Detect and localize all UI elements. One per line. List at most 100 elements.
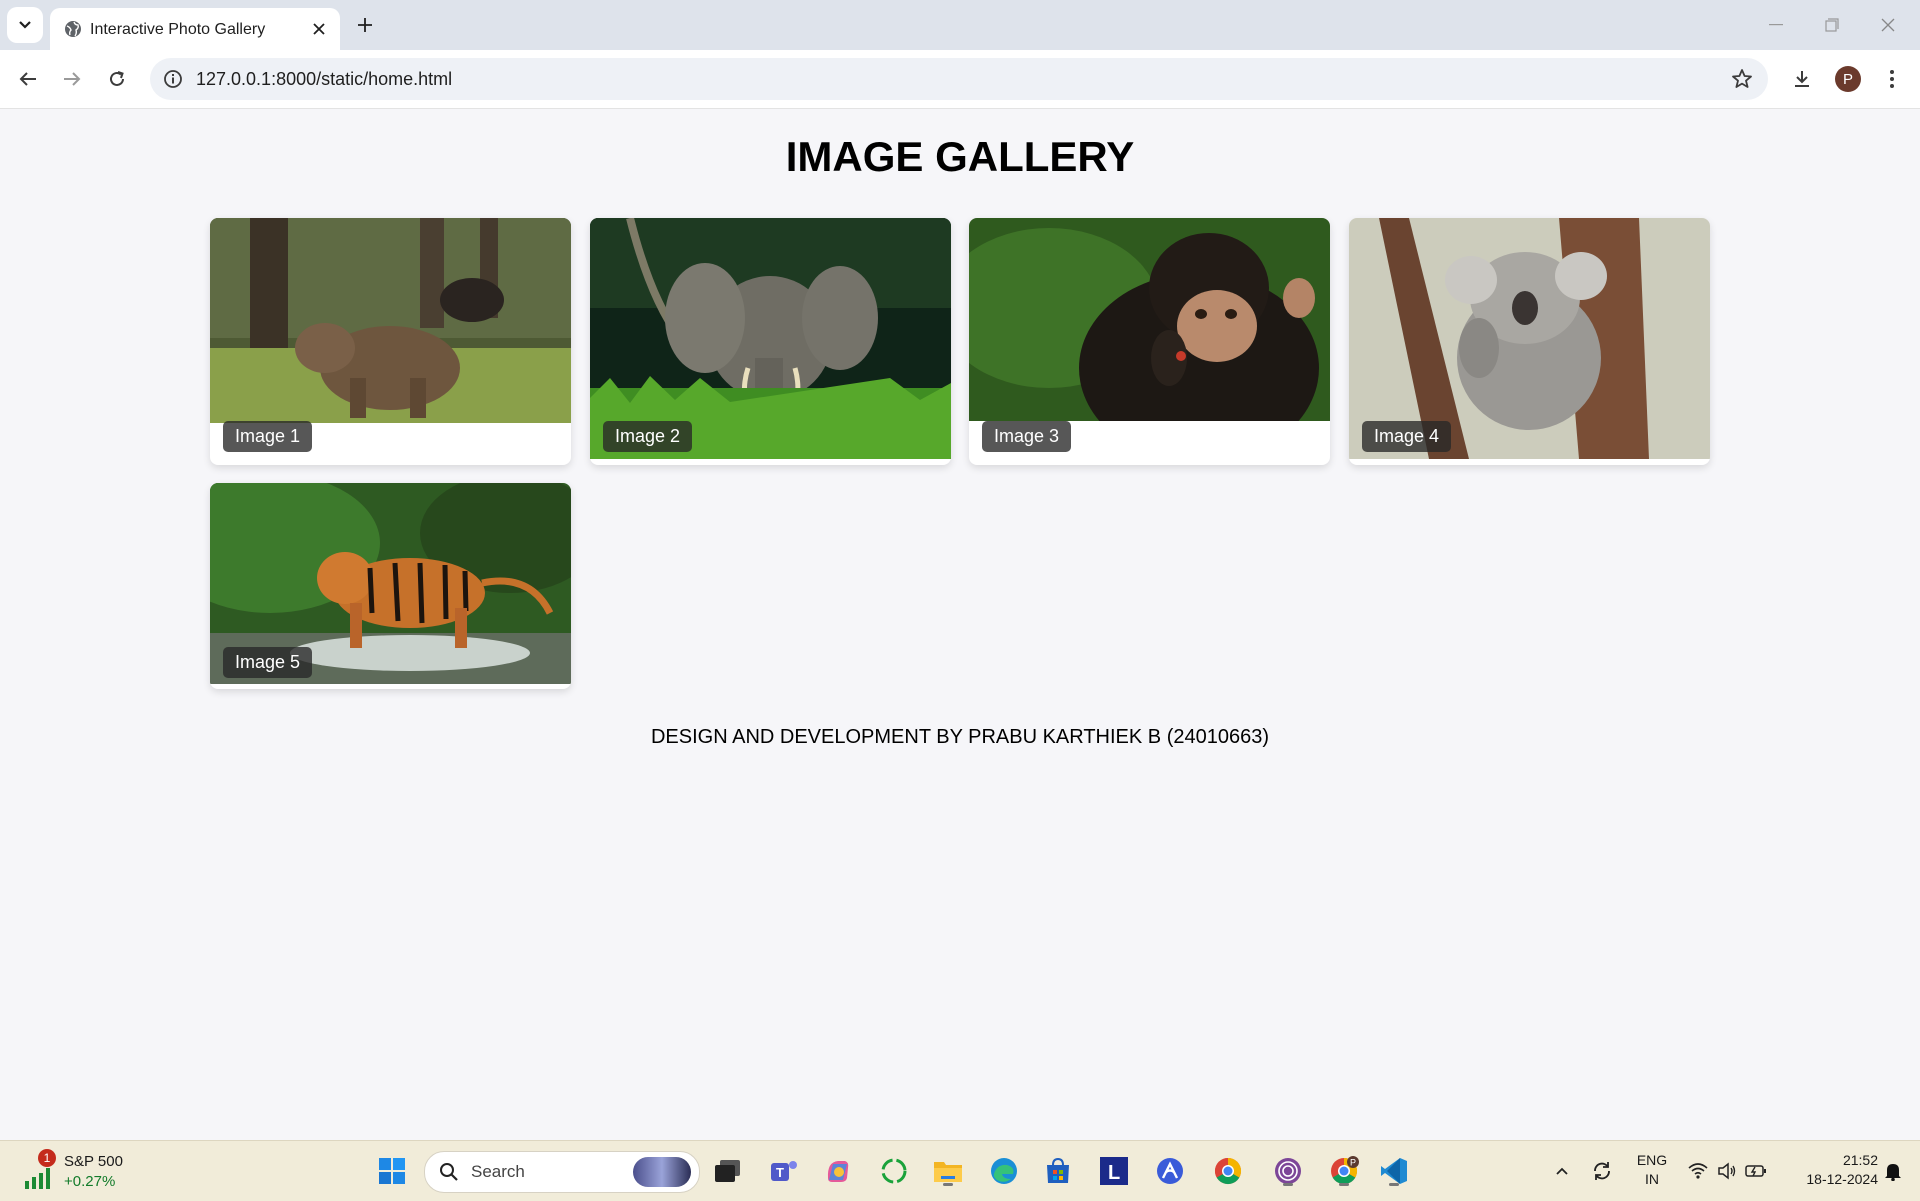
footer-credit: DESIGN AND DEVELOPMENT BY PRABU KARTHIEK… [650, 726, 1269, 748]
taskbar-app-terminal[interactable] [710, 1153, 746, 1189]
arrow-right-icon [64, 72, 81, 86]
teams-icon: T [771, 1161, 797, 1181]
avatar: P [1835, 66, 1861, 92]
stock-widget[interactable]: 1 S&P 500 +0.27% [20, 1149, 140, 1193]
address-bar[interactable]: 127.0.0.1:8000/static/home.html [150, 58, 1768, 100]
close-icon [313, 23, 325, 35]
close-window-button[interactable] [1860, 6, 1916, 44]
forward-button[interactable] [56, 63, 88, 95]
chrome-profile-icon: P [1331, 1156, 1359, 1185]
system-clock[interactable]: 21:52 18-12-2024 [1778, 1151, 1878, 1189]
minimize-button[interactable] [1748, 6, 1804, 44]
svg-text:T: T [776, 1165, 784, 1180]
chrome-icon [1214, 1157, 1242, 1185]
chimpanzee-image[interactable] [969, 218, 1330, 421]
quick-settings-button[interactable] [1684, 1155, 1770, 1187]
globe-icon [65, 21, 81, 37]
taskbar-app-refresh[interactable] [876, 1153, 912, 1189]
start-button[interactable] [374, 1153, 410, 1189]
taskbar-app-l[interactable]: L [1096, 1153, 1132, 1189]
taskbar-app-tor[interactable] [1270, 1153, 1306, 1189]
clock-date: 18-12-2024 [1806, 1171, 1878, 1187]
volume-icon [1718, 1162, 1736, 1180]
image-caption: Image 5 [223, 647, 313, 678]
chevron-down-icon [19, 21, 31, 29]
downloads-button[interactable] [1786, 63, 1818, 95]
region-code: IN [1645, 1171, 1659, 1187]
taskbar-app-copilot[interactable] [820, 1153, 856, 1189]
gallery-card-2[interactable]: Image 2 [590, 218, 951, 465]
taskbar-app-edge[interactable] [986, 1153, 1022, 1189]
tab-close-button[interactable] [308, 18, 330, 40]
tab-title: Interactive Photo Gallery [90, 21, 266, 38]
store-icon [1047, 1157, 1069, 1183]
l-app-icon: L [1100, 1157, 1128, 1185]
show-hidden-icons-button[interactable] [1548, 1155, 1576, 1187]
download-icon [1795, 71, 1809, 87]
search-placeholder: Search [471, 1162, 525, 1181]
taskbar-app-vscode[interactable] [1376, 1153, 1412, 1189]
gallery-card-3[interactable]: Image 3 [969, 218, 1330, 465]
restore-icon [1825, 18, 1839, 32]
gallery-card-1[interactable]: Image 1 [210, 218, 571, 465]
running-indicator [943, 1183, 953, 1186]
browser-menu-button[interactable] [1876, 63, 1908, 95]
restore-button[interactable] [1804, 6, 1860, 44]
running-indicator [1339, 1183, 1349, 1186]
edge-icon [991, 1158, 1017, 1184]
language-code: ENG [1636, 1152, 1668, 1168]
taskbar-app-chrome[interactable] [1210, 1153, 1246, 1189]
minimize-icon [1769, 24, 1783, 26]
folder-icon [934, 1162, 962, 1182]
chevron-up-icon [1556, 1167, 1568, 1175]
gallery-card-4[interactable]: Image 4 [1349, 218, 1710, 465]
stock-change: +0.27% [64, 1173, 116, 1190]
plus-icon [358, 18, 372, 32]
windows-start-icon [379, 1158, 405, 1184]
circular-arrows-icon [881, 1158, 907, 1184]
wifi-icon [1688, 1163, 1708, 1179]
back-button[interactable] [12, 63, 44, 95]
arrow-left-icon [19, 72, 36, 86]
gallery-card-5[interactable]: Image 5 [210, 483, 571, 689]
copilot-icon [827, 1161, 849, 1182]
task-view-icon [715, 1160, 740, 1182]
tab-strip: Interactive Photo Gallery [0, 0, 1920, 50]
input-language[interactable]: ENG IN [1628, 1151, 1676, 1189]
browser-toolbar: 127.0.0.1:8000/static/home.html P [0, 50, 1920, 109]
running-indicator [1389, 1183, 1399, 1186]
search-highlight-image [633, 1157, 691, 1187]
site-info-icon[interactable] [162, 68, 184, 90]
taskbar-app-arc[interactable] [1152, 1153, 1188, 1189]
svg-text:L: L [1108, 1162, 1120, 1184]
notification-badge: 1 [38, 1149, 56, 1167]
profile-button[interactable]: P [1832, 63, 1864, 95]
close-icon [1881, 18, 1895, 32]
taskbar: 1 S&P 500 +0.27% Search T L P ENG IN 21:… [0, 1140, 1920, 1201]
sync-tray-button[interactable] [1586, 1155, 1618, 1187]
tor-icon [1275, 1158, 1301, 1184]
bear-image[interactable] [210, 218, 571, 423]
taskbar-app-chrome-profile[interactable]: P [1326, 1153, 1362, 1189]
bookmark-star-icon[interactable] [1730, 67, 1754, 91]
clock-time: 21:52 [1842, 1152, 1878, 1168]
bell-icon [1885, 1164, 1901, 1181]
url-text[interactable]: 127.0.0.1:8000/static/home.html [196, 69, 452, 90]
svg-text:P: P [1350, 1158, 1356, 1168]
image-caption: Image 3 [982, 421, 1072, 452]
new-tab-button[interactable] [350, 10, 380, 40]
tab-search-button[interactable] [7, 7, 43, 43]
active-tab[interactable]: Interactive Photo Gallery [50, 8, 340, 50]
more-vertical-icon [1890, 70, 1894, 88]
taskbar-app-store[interactable] [1040, 1153, 1076, 1189]
taskbar-app-file-explorer[interactable] [930, 1153, 966, 1189]
taskbar-app-teams[interactable]: T [766, 1153, 802, 1189]
taskbar-search[interactable]: Search [424, 1151, 700, 1193]
page-title: IMAGE GALLERY [785, 133, 1135, 180]
vscode-icon [1381, 1158, 1407, 1184]
notifications-button[interactable] [1878, 1155, 1908, 1187]
battery-icon [1745, 1165, 1766, 1177]
search-icon [440, 1163, 458, 1181]
sync-icon [1594, 1162, 1610, 1180]
reload-button[interactable] [101, 63, 133, 95]
